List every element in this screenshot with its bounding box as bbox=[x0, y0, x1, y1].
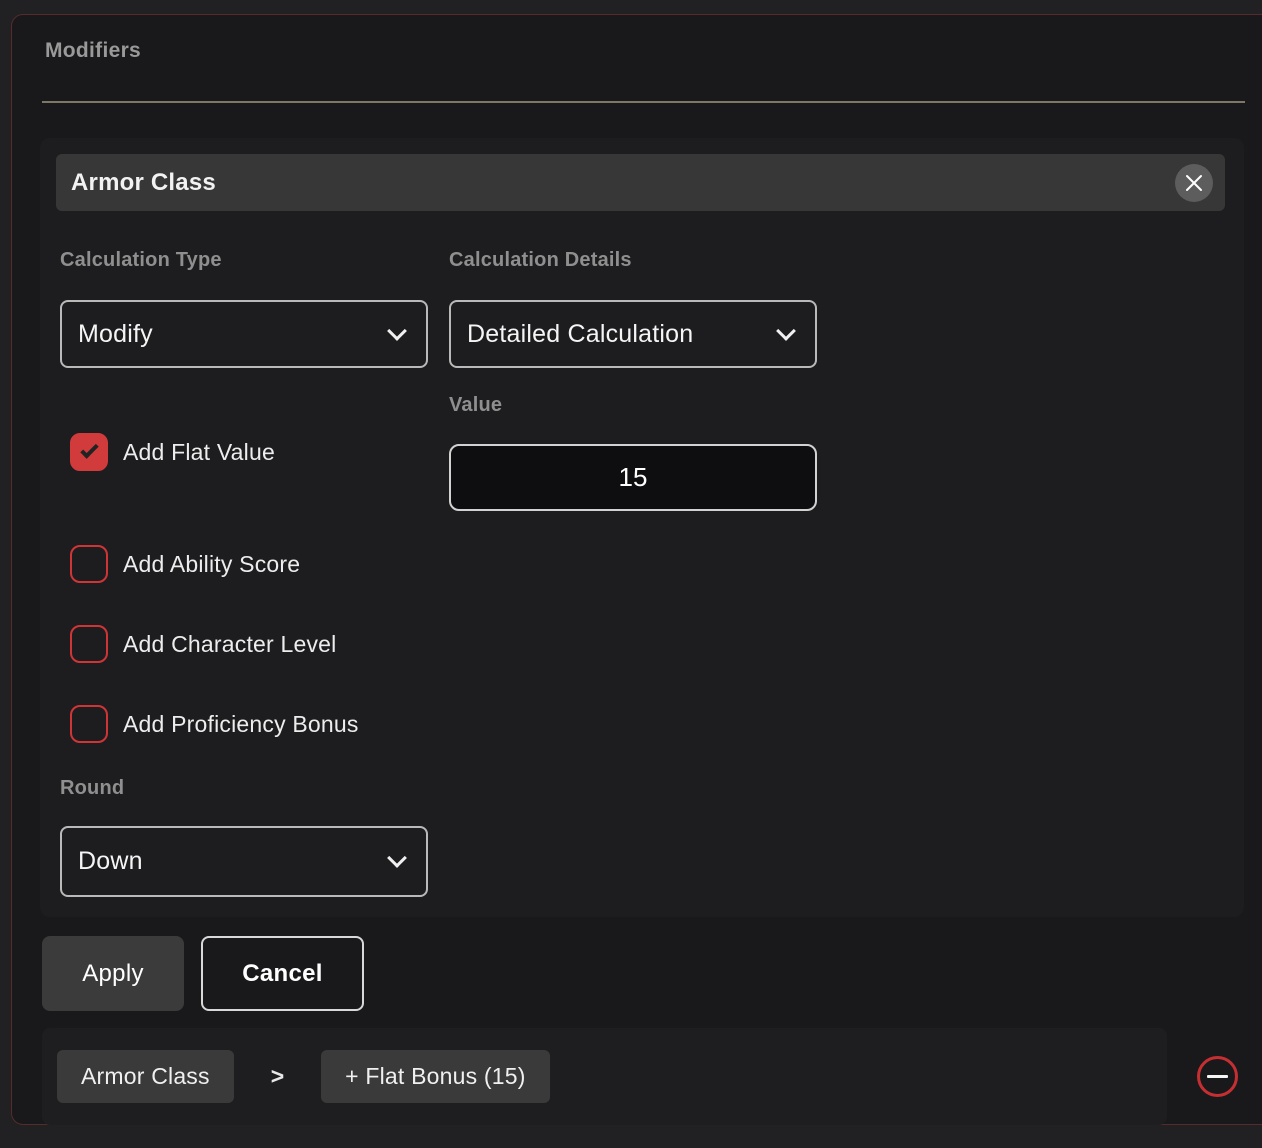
calculation-type-select[interactable]: Modify bbox=[60, 300, 428, 368]
chevron-down-icon bbox=[776, 321, 796, 341]
checkbox-add-ability-score[interactable]: Add Ability Score bbox=[70, 545, 300, 583]
checkbox-add-proficiency-bonus[interactable]: Add Proficiency Bonus bbox=[70, 705, 359, 743]
calculation-details-label: Calculation Details bbox=[449, 249, 632, 272]
checkbox-label: Add Ability Score bbox=[123, 551, 300, 578]
close-icon bbox=[1185, 174, 1203, 192]
close-button[interactable] bbox=[1175, 164, 1213, 202]
cancel-button[interactable]: Cancel bbox=[201, 936, 364, 1011]
apply-button[interactable]: Apply bbox=[42, 936, 184, 1011]
calculation-type-label: Calculation Type bbox=[60, 249, 222, 272]
round-value: Down bbox=[78, 847, 143, 876]
round-label: Round bbox=[60, 777, 124, 800]
round-select[interactable]: Down bbox=[60, 826, 428, 897]
checkbox-label: Add Flat Value bbox=[123, 439, 275, 466]
value-input[interactable] bbox=[449, 444, 817, 511]
modifiers-screen: Modifiers Armor Class Calculation Type M… bbox=[0, 0, 1262, 1148]
modifier-target-chip: Armor Class bbox=[57, 1050, 234, 1103]
chevron-down-icon bbox=[387, 321, 407, 341]
modifier-name: Armor Class bbox=[71, 169, 216, 197]
calculation-details-value: Detailed Calculation bbox=[467, 320, 693, 349]
modifier-header-bar: Armor Class bbox=[56, 154, 1225, 211]
checkbox-box bbox=[70, 625, 108, 663]
remove-modifier-button[interactable] bbox=[1197, 1056, 1238, 1097]
minus-icon bbox=[1207, 1075, 1228, 1078]
checkmark-icon bbox=[80, 440, 98, 458]
section-divider bbox=[42, 101, 1245, 103]
modifiers-panel: Modifiers Armor Class Calculation Type M… bbox=[11, 14, 1262, 1125]
checkbox-add-flat-value[interactable]: Add Flat Value bbox=[70, 433, 275, 471]
modifier-effect-chip: + Flat Bonus (15) bbox=[321, 1050, 549, 1103]
checkbox-add-character-level[interactable]: Add Character Level bbox=[70, 625, 336, 663]
modifier-summary-row: Armor Class > + Flat Bonus (15) bbox=[42, 1028, 1167, 1125]
value-label: Value bbox=[449, 394, 502, 417]
chevron-down-icon bbox=[387, 848, 407, 868]
section-title: Modifiers bbox=[45, 39, 141, 63]
checkbox-box bbox=[70, 705, 108, 743]
calculation-type-value: Modify bbox=[78, 320, 153, 349]
calculation-details-select[interactable]: Detailed Calculation bbox=[449, 300, 817, 368]
checkbox-box bbox=[70, 433, 108, 471]
modifier-separator: > bbox=[271, 1063, 284, 1090]
checkbox-box bbox=[70, 545, 108, 583]
checkbox-label: Add Character Level bbox=[123, 631, 336, 658]
checkbox-label: Add Proficiency Bonus bbox=[123, 711, 359, 738]
